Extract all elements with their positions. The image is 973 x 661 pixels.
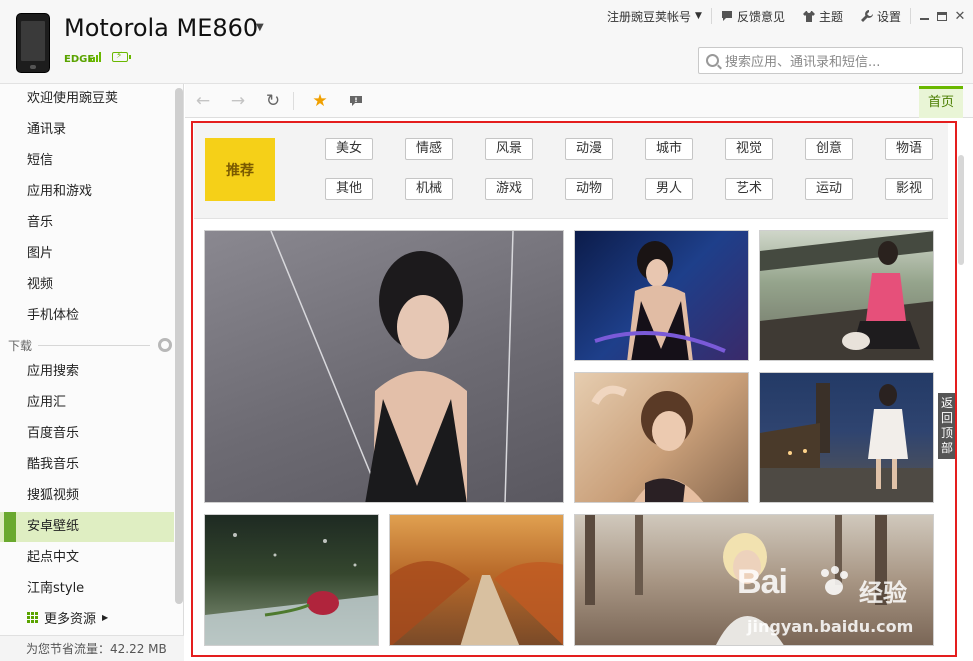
download-group-label: 下载	[8, 338, 33, 353]
sidebar-item-gangnam-style[interactable]: 江南style	[0, 574, 174, 604]
device-name[interactable]: Motorola ME860	[64, 14, 258, 42]
feedback-label: 反馈意见	[736, 9, 785, 24]
content-scrollbar[interactable]	[958, 155, 964, 265]
sidebar-item-app-search[interactable]: 应用搜索	[0, 357, 174, 387]
battery-icon: ⚡	[112, 51, 131, 62]
wallpaper-page: 推荐 美女 情感 风景 动漫 城市 视觉 创意 物语 其他 机械 游戏 动物 男…	[185, 119, 973, 661]
minimize-icon[interactable]	[917, 9, 931, 23]
signal-icon	[90, 52, 104, 62]
theme-label: 主题	[818, 9, 843, 24]
speech-bubble-icon	[721, 11, 732, 21]
more-resources-label: 更多资源	[44, 612, 97, 627]
device-dropdown-icon[interactable]: ▼	[256, 22, 264, 33]
back-arrow-icon[interactable]: ←	[192, 90, 214, 112]
sidebar-item-qidian[interactable]: 起点中文	[0, 543, 174, 573]
traffic-saved: 为您节省流量：42.22 MB	[0, 635, 184, 661]
more-resources-link[interactable]: 更多资源 ▶	[27, 608, 108, 627]
sidebar-scrollbar[interactable]	[175, 88, 183, 604]
shirt-icon	[802, 11, 815, 22]
sidebar-item-android-wallpaper[interactable]: 安卓壁纸	[0, 512, 174, 542]
caret-right-icon: ▶	[102, 613, 109, 622]
star-icon[interactable]: ★	[309, 90, 331, 112]
sidebar-item-music[interactable]: 音乐	[0, 208, 174, 238]
forward-arrow-icon[interactable]: →	[227, 90, 249, 112]
search-placeholder: 搜索应用、通讯录和短信...	[725, 55, 881, 70]
sidebar-item-app-hub[interactable]: 应用汇	[0, 388, 174, 418]
sidebar-item-apps-games[interactable]: 应用和游戏	[0, 177, 174, 207]
chevron-down-icon: ▼	[695, 11, 702, 21]
sidebar-item-pictures[interactable]: 图片	[0, 239, 174, 269]
comment-icon[interactable]	[345, 90, 367, 112]
search-icon	[706, 54, 719, 67]
feedback-button[interactable]: 反馈意见	[712, 8, 794, 25]
sidebar-item-phone-check[interactable]: 手机体检	[0, 301, 174, 331]
sidebar-item-contacts[interactable]: 通讯录	[0, 115, 174, 145]
settings-button[interactable]: 设置	[852, 8, 910, 25]
phone-icon	[16, 13, 50, 73]
sidebar: 欢迎使用豌豆荚 通讯录 短信 应用和游戏 音乐 图片 视频 手机体检 下载 应用…	[0, 84, 184, 661]
wrench-icon	[860, 10, 873, 22]
sidebar-item-sohu-video[interactable]: 搜狐视频	[0, 481, 174, 511]
window-controls: ✕	[911, 9, 973, 24]
register-label: 注册豌豆荚帐号	[607, 9, 692, 24]
sidebar-item-baidu-music[interactable]: 百度音乐	[0, 419, 174, 449]
app-header: Motorola ME860 ▼ EDGE ⚡ 注册豌豆荚帐号 ▼ 反馈意见 主…	[0, 0, 973, 84]
sidebar-item-welcome[interactable]: 欢迎使用豌豆荚	[0, 84, 174, 114]
gear-icon[interactable]	[158, 338, 172, 352]
highlight-frame	[191, 121, 957, 657]
sidebar-item-sms[interactable]: 短信	[0, 146, 174, 176]
register-account-link[interactable]: 注册豌豆荚帐号 ▼	[598, 8, 711, 25]
refresh-icon[interactable]: ↻	[262, 90, 284, 112]
download-group-header: 下载	[8, 337, 172, 353]
browser-toolbar: ← → ↻ ★ 首页	[185, 84, 973, 118]
grid-icon	[27, 612, 38, 623]
search-input[interactable]: 搜索应用、通讯录和短信...	[698, 47, 963, 74]
sidebar-item-kuwo-music[interactable]: 酷我音乐	[0, 450, 174, 480]
maximize-icon[interactable]	[935, 9, 949, 23]
close-icon[interactable]: ✕	[953, 9, 967, 24]
settings-label: 设置	[876, 9, 901, 24]
tab-home[interactable]: 首页	[919, 86, 963, 118]
sidebar-item-video[interactable]: 视频	[0, 270, 174, 300]
top-toolbar: 注册豌豆荚帐号 ▼ 反馈意见 主题 设置 ✕	[598, 6, 973, 26]
theme-button[interactable]: 主题	[794, 8, 852, 25]
